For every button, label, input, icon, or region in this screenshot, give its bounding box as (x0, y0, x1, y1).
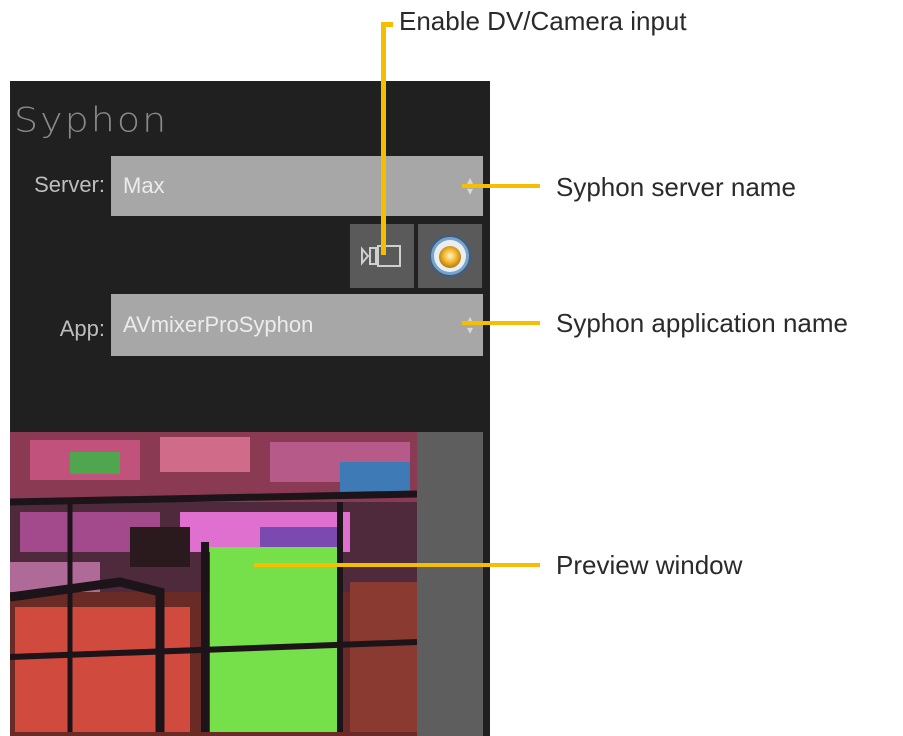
callout-app-name: Syphon application name (556, 308, 848, 338)
callout-line-app (462, 321, 540, 325)
preview-image (10, 432, 417, 736)
callout-line-server (462, 184, 540, 188)
panel-title: Syphon (14, 100, 169, 140)
syphon-logo-button[interactable] (418, 224, 482, 288)
server-select-value: Max (123, 173, 165, 198)
callout-line-camera (381, 22, 386, 255)
app-select-value: AVmixerProSyphon (123, 312, 314, 337)
server-label: Server: (34, 172, 105, 197)
syphon-logo-icon (429, 235, 471, 277)
stepper-arrows-icon: ▴ ▾ (466, 312, 473, 337)
callout-camera-input: Enable DV/Camera input (399, 6, 687, 36)
app-label: App: (59, 316, 105, 341)
callout-line-preview (254, 563, 540, 567)
callout-server-name: Syphon server name (556, 172, 796, 202)
preview-scrollbar[interactable] (417, 432, 483, 736)
preview-window (10, 432, 417, 736)
callout-line-camera-tick (381, 22, 393, 27)
server-select[interactable]: Max ▴ ▾ (111, 156, 483, 216)
callout-preview: Preview window (556, 550, 743, 580)
app-select[interactable]: AVmixerProSyphon ▴ ▾ (111, 294, 483, 356)
